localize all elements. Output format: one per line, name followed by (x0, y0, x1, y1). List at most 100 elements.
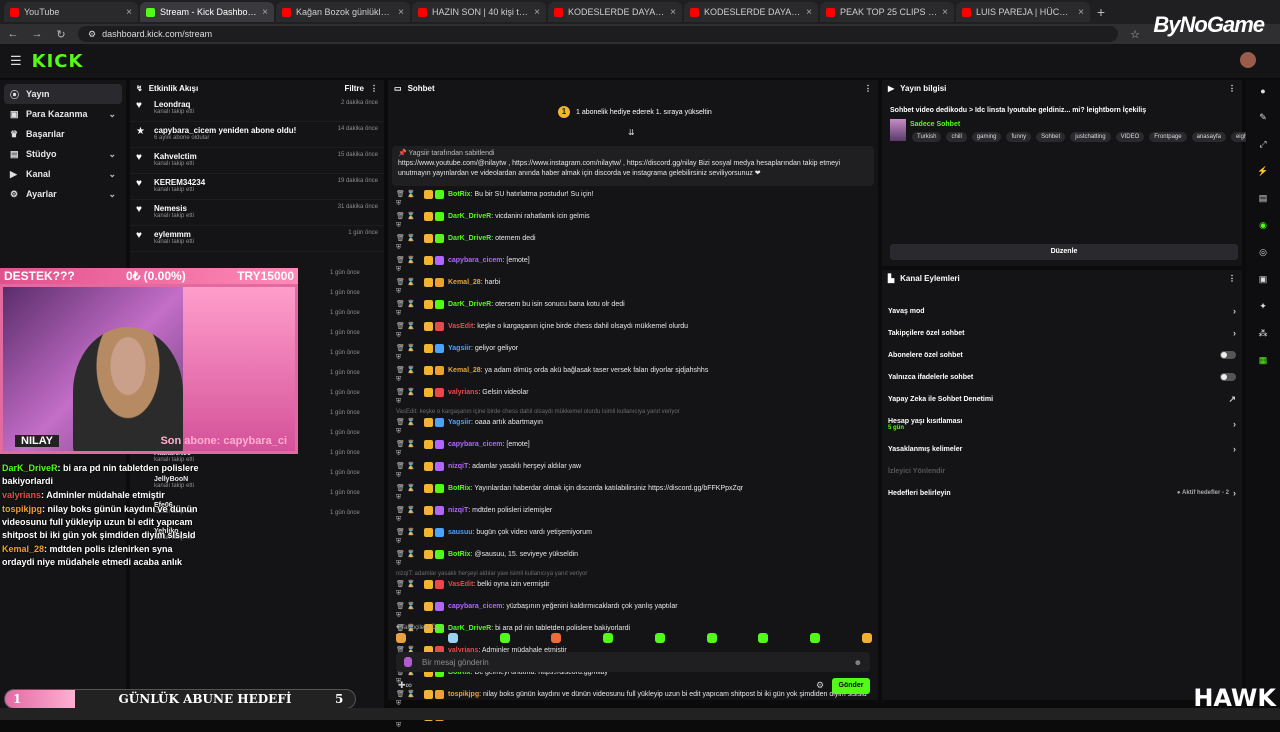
chevron-down-icon[interactable]: ⌄ (108, 149, 116, 160)
browser-tab[interactable]: LUIS PAREJA | HÜCREDE BÜYÜ × (956, 2, 1090, 22)
emoji-icon[interactable]: ☻ (854, 658, 862, 667)
user-avatar[interactable] (1240, 52, 1256, 68)
chevron-right-icon[interactable]: › (1233, 306, 1236, 316)
layers-icon[interactable]: ▤ (1259, 193, 1268, 204)
chat-username[interactable]: capybara_cicem (448, 257, 502, 264)
tab-close-icon[interactable]: × (262, 7, 268, 18)
channel-action[interactable]: Yapay Zeka ile Sohbet Denetimi ↗ (882, 388, 1242, 410)
emote-icon[interactable] (447, 633, 458, 643)
sidebar-item[interactable]: ▤ Stüdyo ⌄ (4, 144, 122, 164)
flash-icon[interactable]: ⚡ (1257, 166, 1268, 177)
chat-username[interactable]: DarK_DriveR (448, 213, 491, 220)
chevron-right-icon[interactable]: › (1233, 444, 1236, 454)
mod-tools[interactable]: 🗑 ⌛ ⛨ (396, 690, 420, 708)
mod-tools[interactable]: 🗑 ⌛ ⛨ (396, 190, 420, 208)
tab-close-icon[interactable]: × (534, 7, 540, 18)
collapse-icon[interactable]: ⇊ (628, 128, 635, 137)
chat-username[interactable]: DarK_DriveR (448, 301, 491, 308)
emote-icon[interactable] (861, 633, 872, 643)
chat-username[interactable]: capybara_cicem (448, 441, 502, 448)
tab-close-icon[interactable]: × (398, 7, 404, 18)
emote-icon[interactable] (499, 633, 510, 643)
stream-tag[interactable]: justchatting (1070, 132, 1111, 142)
browser-tab[interactable]: KODESLERDE DAYAK & BÜYÜ × (684, 2, 818, 22)
stream-tag[interactable]: Turkish (912, 132, 942, 142)
chevron-right-icon[interactable]: › (1233, 328, 1236, 338)
browser-tab[interactable]: PEAK TOP 25 CLIPS - YouTube × (820, 2, 954, 22)
chat-username[interactable]: nizqiT (448, 507, 468, 514)
chevron-down-icon[interactable]: ⌄ (108, 169, 116, 180)
browser-tab[interactable]: YouTube × (4, 2, 138, 22)
info-icon[interactable]: ● (1260, 86, 1265, 96)
chat-input[interactable]: Bir mesaj gönderin ☻ (396, 652, 870, 672)
kick-logo[interactable]: KICK (32, 51, 84, 72)
chevron-right-icon[interactable]: › (1233, 419, 1236, 429)
emote-icon[interactable] (810, 633, 821, 643)
channel-action[interactable]: Yalnızca ifadelerle sohbet (882, 366, 1242, 388)
emote-icon[interactable] (758, 633, 769, 643)
stream-tag[interactable]: funny (1006, 132, 1032, 142)
chat-username[interactable]: DarK_DriveR (448, 625, 491, 632)
chevron-right-icon[interactable]: › (1233, 488, 1236, 498)
stream-tag[interactable]: gaming (971, 132, 1002, 142)
sidebar-item[interactable]: ▶ Kanal ⌄ (4, 164, 122, 184)
chat-more-icon[interactable]: ⋮ (864, 84, 872, 93)
mod-tools[interactable]: 🗑 ⌛ ⛨ (396, 418, 420, 436)
chat-username[interactable]: BotRix (448, 485, 471, 492)
new-tab-icon[interactable]: + (1092, 3, 1110, 21)
mod-tools[interactable]: 🗑 ⌛ ⛨ (396, 300, 420, 318)
save-icon[interactable]: ▣ (1259, 274, 1268, 285)
stream-tag[interactable]: anasayfa (1191, 132, 1226, 142)
mod-tools[interactable]: 🗑 ⌛ ⛨ (396, 278, 420, 296)
channel-action[interactable]: Abonelere özel sohbet (882, 344, 1242, 366)
mod-tools[interactable]: 🗑 ⌛ ⛨ (396, 462, 420, 480)
tab-close-icon[interactable]: × (1078, 7, 1084, 18)
channel-actions-more-icon[interactable]: ⋮ (1228, 274, 1236, 283)
sidebar-item[interactable]: ▣ Para Kazanma ⌄ (4, 104, 122, 124)
mod-tools[interactable]: 🗑 ⌛ ⛨ (396, 528, 420, 546)
channel-action[interactable]: Hedefleri belirleyin ● Aktif hedefler - 2… (882, 482, 1242, 504)
grid-icon[interactable]: ▦ (1259, 355, 1268, 366)
chat-username[interactable]: DarK_DriveR (448, 235, 491, 242)
tab-close-icon[interactable]: × (126, 7, 132, 18)
nodes-icon[interactable]: ⁂ (1259, 328, 1268, 339)
tab-close-icon[interactable]: × (806, 7, 812, 18)
stream-info-more-icon[interactable]: ⋮ (1228, 84, 1236, 93)
stream-tag[interactable]: Frontpage (1149, 132, 1187, 142)
channel-action[interactable]: Yavaş mod › (882, 300, 1242, 322)
mod-tools[interactable]: 🗑 ⌛ ⛨ (396, 234, 420, 252)
chat-username[interactable]: Yagsiir (448, 419, 471, 426)
back-icon[interactable]: ← (6, 28, 20, 40)
menu-icon[interactable]: ☰ (10, 53, 22, 69)
chat-username[interactable]: VasEdit (448, 323, 473, 330)
chat-username[interactable]: BotRix (448, 551, 471, 558)
channel-action[interactable]: Hesap yaşı kısıtlaması 5 gün › (882, 410, 1242, 438)
wrench-icon[interactable]: ✦ (1259, 301, 1267, 312)
chat-username[interactable]: BotRix (448, 191, 471, 198)
external-link-icon[interactable]: ↗ (1228, 394, 1236, 405)
site-info-icon[interactable]: ⚙ (88, 29, 96, 40)
mic-icon[interactable] (404, 657, 412, 667)
browser-tab[interactable]: Kağan Bozok günlükleri 12 - Yo × (276, 2, 410, 22)
emote-icon[interactable] (603, 633, 614, 643)
emote-icon[interactable] (396, 633, 406, 643)
chevron-down-icon[interactable]: ⌄ (108, 189, 116, 200)
mod-tools[interactable]: 🗑 ⌛ ⛨ (396, 602, 420, 620)
chat-extras-icon[interactable]: ✚∞ (398, 680, 412, 691)
toggle-switch[interactable] (1220, 373, 1236, 381)
stream-tag[interactable]: VIDEO (1115, 132, 1145, 142)
sidebar-item[interactable]: ♛ Başarılar (4, 124, 122, 144)
toggle-switch[interactable] (1220, 351, 1236, 359)
expand-icon[interactable]: ⤢ (1259, 139, 1266, 150)
gift-sub-banner[interactable]: 1 1 abonelik hediye ederek 1. sıraya yük… (558, 106, 712, 118)
browser-tab[interactable]: HAZIN SON | 40 kişi tarafından × (412, 2, 546, 22)
chat-username[interactable]: VasEdit (448, 581, 473, 588)
tab-close-icon[interactable]: × (942, 7, 948, 18)
mod-tools[interactable]: 🗑 ⌛ ⛨ (396, 388, 420, 406)
mod-tools[interactable]: 🗑 ⌛ ⛨ (396, 484, 420, 502)
stream-tag[interactable]: Sohbet (1036, 132, 1066, 142)
chevron-down-icon[interactable]: ⌄ (108, 109, 116, 120)
chat-username[interactable]: tospikjpg (448, 691, 479, 698)
chat-username[interactable]: Kemal_28 (448, 279, 481, 286)
browser-tab[interactable]: Stream - Kick Dashboard × (140, 2, 274, 22)
